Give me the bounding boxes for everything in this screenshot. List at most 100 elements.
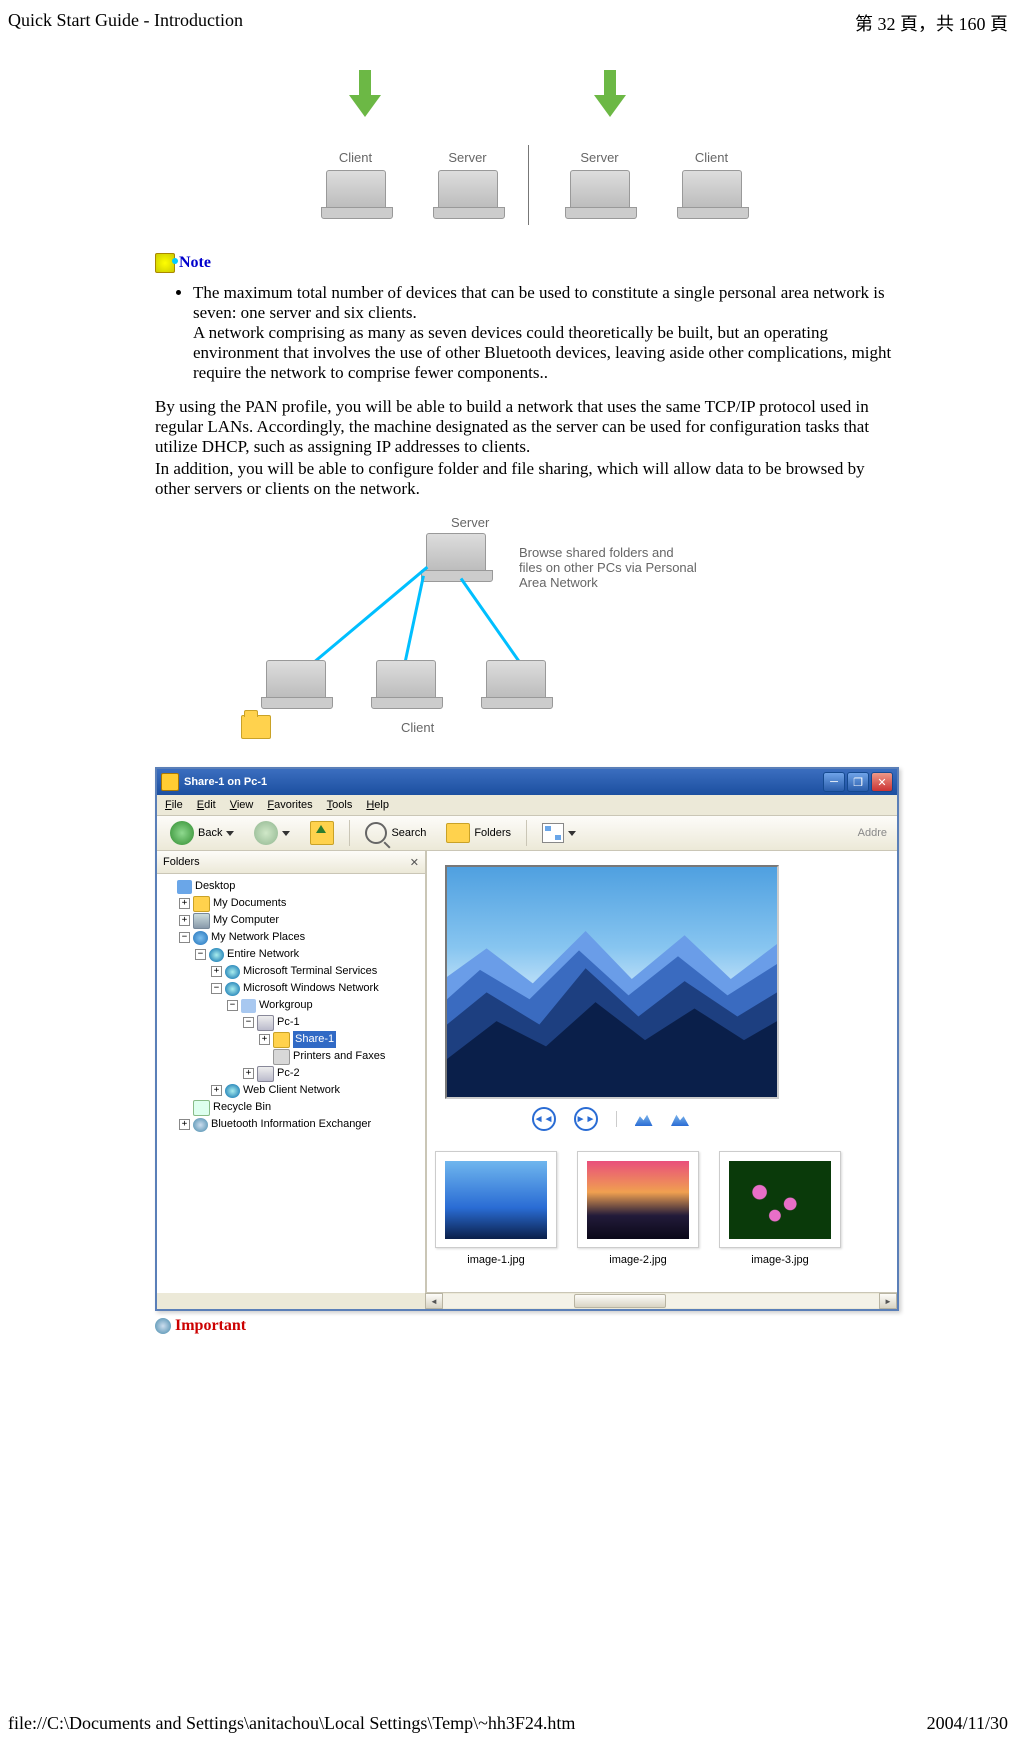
page-title: Quick Start Guide - Introduction [8,10,243,36]
page-prefix: 第 [855,14,878,34]
close-panel-button[interactable]: ✕ [410,856,419,869]
folders-panel: Folders ✕ Desktop +My Documents +My Comp… [157,851,427,1293]
tree-label: Entire Network [227,946,299,963]
thumbnail-item[interactable]: image-2.jpg [577,1151,699,1266]
expand-icon[interactable]: + [243,1068,254,1079]
tree-pc2[interactable]: +Pc-2 [243,1065,423,1082]
expand-icon[interactable]: + [179,915,190,926]
forward-button[interactable] [247,817,297,849]
scroll-left-button[interactable]: ◄ [425,1293,443,1309]
collapse-icon[interactable]: − [179,932,190,943]
window-title: Share-1 on Pc-1 [184,776,267,788]
tree-printers[interactable]: Printers and Faxes [259,1048,423,1065]
tree-mydocs[interactable]: +My Documents [179,895,423,912]
thumbnail-image [445,1161,547,1239]
up-button[interactable] [303,817,341,849]
expand-icon[interactable]: + [259,1034,270,1045]
tree-pc1[interactable]: − Pc-1 [243,1014,423,1031]
back-button[interactable]: Back [163,817,241,849]
views-icon [542,823,564,843]
rotate-cw-button[interactable] [671,1112,689,1126]
search-label: Search [391,827,426,839]
tree-label: Pc-1 [277,1014,300,1031]
menu-bar: File Edit View Favorites Tools Help [157,795,897,816]
image-preview [445,865,779,1099]
laptop-client: Client [672,150,752,210]
thumbnail-item[interactable]: image-3.jpg [719,1151,841,1266]
expand-icon[interactable]: + [179,898,190,909]
next-image-button[interactable]: ►► [574,1107,598,1131]
diagram-description: Browse shared folders and files on other… [519,545,699,590]
dropdown-icon[interactable] [226,829,234,837]
collapse-icon[interactable]: − [195,949,206,960]
rotate-ccw-button[interactable] [635,1112,653,1126]
dropdown-icon[interactable] [282,829,290,837]
note-label: Note [179,254,211,272]
scroll-right-button[interactable]: ► [879,1293,897,1309]
tree-bluetooth[interactable]: +Bluetooth Information Exchanger [179,1116,423,1133]
menu-edit[interactable]: Edit [197,799,216,811]
tree-mycomputer[interactable]: + My Computer [179,912,423,929]
folder-icon [161,773,179,791]
tree-mynetwork[interactable]: − My Network Places [179,929,423,946]
collapse-icon[interactable]: − [211,983,222,994]
tree-label: My Computer [213,912,279,929]
window-titlebar[interactable]: Share-1 on Pc-1 ─ ❐ ✕ [157,769,897,795]
content-pane[interactable]: ◄◄ ►► image-1.jpg image-2.jpg [427,851,897,1293]
folders-button[interactable]: Folders [439,819,518,847]
minimize-button[interactable]: ─ [823,772,845,792]
important-icon [155,1318,171,1334]
globe-icon [209,948,224,962]
expand-icon[interactable]: + [179,1119,190,1130]
tree-recycle[interactable]: Recycle Bin [179,1099,423,1116]
page-mid: 頁，共 [896,14,959,34]
laptop-client [476,660,556,700]
search-button[interactable]: Search [358,818,433,848]
tree-label: Web Client Network [243,1082,340,1099]
footer-path: file://C:\Documents and Settings\anitach… [8,1713,575,1734]
tree-mwn[interactable]: − Microsoft Windows Network [211,980,423,997]
body-paragraph: By using the PAN profile, you will be ab… [155,397,900,499]
views-button[interactable] [535,819,583,847]
separator [616,1111,617,1127]
thumbnail-item[interactable]: image-1.jpg [435,1151,557,1266]
laptop-label: Client [316,150,396,166]
note-bullet-list: The maximum total number of devices that… [193,283,900,383]
page-number: 第 32 頁，共 160 頁 [855,10,1008,36]
scroll-thumb[interactable] [574,1294,666,1308]
scroll-track[interactable] [443,1294,879,1308]
menu-file[interactable]: File [165,799,183,811]
expand-icon[interactable]: + [211,1085,222,1096]
tree-entire-network[interactable]: − Entire Network [195,946,423,963]
close-button[interactable]: ✕ [871,772,893,792]
menu-help[interactable]: Help [366,799,389,811]
folder-icon [241,715,271,739]
menu-favorites[interactable]: Favorites [267,799,312,811]
tree-workgroup[interactable]: −Workgroup [227,997,423,1014]
tree-label: Microsoft Windows Network [243,980,379,997]
prev-image-button[interactable]: ◄◄ [532,1107,556,1131]
tree-share1[interactable]: +Share-1 [259,1031,423,1048]
tree-mts[interactable]: +Microsoft Terminal Services [211,963,423,980]
menu-tools[interactable]: Tools [327,799,353,811]
globe-icon [225,1084,240,1098]
divider [528,145,529,225]
maximize-button[interactable]: ❐ [847,772,869,792]
expand-icon[interactable]: + [211,966,222,977]
forward-icon [254,821,278,845]
horizontal-scrollbar[interactable]: ◄ ► [425,1292,897,1309]
tree-webclient[interactable]: + Web Client Network [211,1082,423,1099]
tree-label: Desktop [195,878,235,895]
menu-view[interactable]: View [230,799,254,811]
note-icon [155,253,175,273]
tree-desktop[interactable]: Desktop [163,878,423,895]
laptop-client [256,660,336,700]
important-callout: Important [155,1317,900,1335]
dropdown-icon[interactable] [568,829,576,837]
collapse-icon[interactable]: − [227,1000,238,1011]
diagram-client-label: Client [401,720,434,735]
folder-tree[interactable]: Desktop +My Documents +My Computer −My N… [157,874,425,1293]
tree-label: My Network Places [211,929,305,946]
pc-icon [257,1015,274,1031]
collapse-icon[interactable]: − [243,1017,254,1028]
